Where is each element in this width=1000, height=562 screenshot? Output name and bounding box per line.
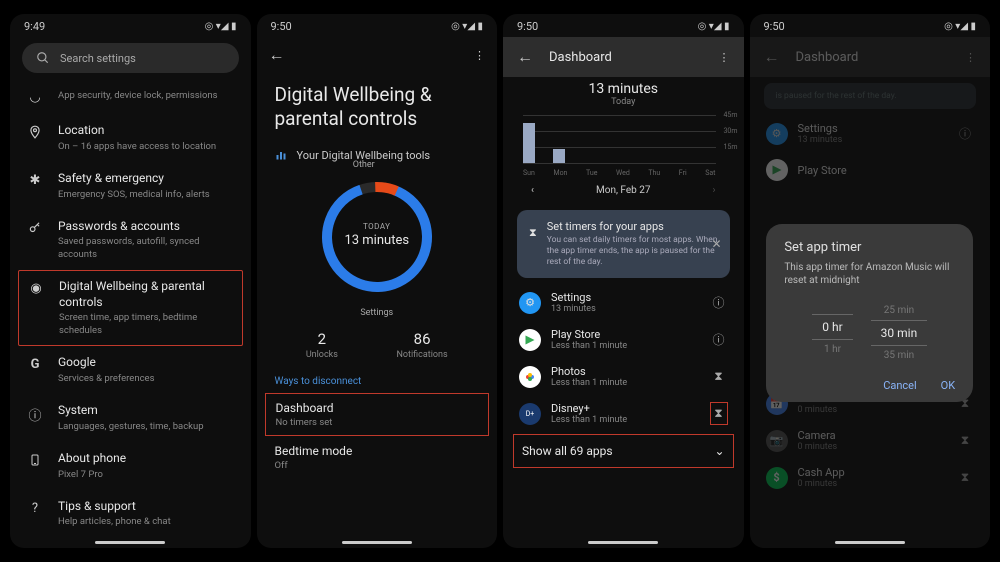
info-icon[interactable]: ⓘ xyxy=(710,294,728,311)
settings-item-safety[interactable]: ✱ Safety & emergency Emergency SOS, medi… xyxy=(10,162,251,210)
key-icon xyxy=(26,219,44,235)
app-row-settings[interactable]: ⚙ Settings 13 minutes ⓘ xyxy=(503,284,744,321)
status-bar: 9:49 ◎ ▾◢ ▮ xyxy=(10,14,251,37)
nav-pill[interactable] xyxy=(588,541,658,544)
ok-button[interactable]: OK xyxy=(941,379,955,392)
set-timer-dialog: Set app timer This app timer for Amazon … xyxy=(766,224,973,402)
google-icon: G xyxy=(26,355,44,372)
nav-pill[interactable] xyxy=(95,541,165,544)
prev-day-icon[interactable]: ‹ xyxy=(531,185,534,196)
status-time: 9:49 xyxy=(24,20,45,33)
overflow-icon[interactable]: ⋮ xyxy=(474,49,485,62)
minute-picker[interactable]: 25 min 30 min 35 min xyxy=(871,301,928,365)
disney-app-icon: D+ xyxy=(519,403,541,425)
topbar: ← ⋮ xyxy=(257,37,498,73)
status-time: 9:50 xyxy=(517,20,538,33)
chevron-down-icon: ⌄ xyxy=(714,444,724,458)
back-icon[interactable]: ← xyxy=(269,45,285,65)
dashboard-topbar: ← Dashboard ⋮ xyxy=(503,37,744,77)
settings-item-support[interactable]: ? Tips & support Help articles, phone & … xyxy=(10,490,251,538)
status-bar: 9:50 ◎ ▾◢ ▮ xyxy=(750,14,991,37)
asterisk-icon: ✱ xyxy=(26,171,44,188)
next-day-icon[interactable]: › xyxy=(712,185,715,196)
usage-donut[interactable]: Other TODAY 13 minutes xyxy=(257,166,498,304)
phone-icon xyxy=(26,451,44,467)
status-icons: ◎ ▾◢ ▮ xyxy=(451,21,483,32)
hourglass-icon[interactable]: ⧗ xyxy=(710,402,728,425)
cancel-button[interactable]: Cancel xyxy=(883,379,916,392)
hour-picker[interactable]: 0 hr 1 hr xyxy=(812,306,852,359)
settings-item-google[interactable]: G Google Services & preferences xyxy=(10,346,251,394)
stat-notifications[interactable]: 86 Notifications xyxy=(397,330,448,360)
date-nav: ‹ Mon, Feb 27 › xyxy=(503,177,744,204)
timer-tip-card: ⧗ Set timers for your apps You can set d… xyxy=(517,210,730,278)
time-picker[interactable]: 0 hr 1 hr 25 min 30 min 35 min xyxy=(784,301,955,365)
status-bar: 9:50 ◎ ▾◢ ▮ xyxy=(503,14,744,37)
photos-app-icon xyxy=(519,366,541,388)
status-icons: ◎ ▾◢ ▮ xyxy=(944,21,976,32)
screen-timer-dialog: 9:50 ◎ ▾◢ ▮ ← Dashboard ⋮ is paused for … xyxy=(750,14,991,548)
close-icon[interactable]: ✕ xyxy=(711,237,721,251)
bedtime-row[interactable]: Bedtime mode Off xyxy=(257,436,498,479)
playstore-app-icon xyxy=(519,329,541,351)
search-settings[interactable]: Search settings xyxy=(22,43,239,73)
overflow-icon: ⋮ xyxy=(965,51,976,64)
support-icon: ? xyxy=(26,499,44,516)
shield-icon: ◡ xyxy=(26,88,44,105)
settings-item-passwords[interactable]: Passwords & accounts Saved passwords, au… xyxy=(10,210,251,270)
show-all-apps[interactable]: Show all 69 apps ⌄ xyxy=(513,434,734,468)
status-icons: ◎ ▾◢ ▮ xyxy=(698,21,730,32)
status-bar: 9:50 ◎ ▾◢ ▮ xyxy=(257,14,498,37)
dashboard-topbar: ← Dashboard ⋮ xyxy=(750,37,991,77)
status-time: 9:50 xyxy=(764,20,785,33)
hourglass-icon[interactable]: ⧗ xyxy=(710,369,728,384)
app-row-photos[interactable]: Photos Less than 1 minute ⧗ xyxy=(503,358,744,395)
info-icon[interactable]: ⓘ xyxy=(710,331,728,348)
dashboard-row[interactable]: Dashboard No timers set xyxy=(265,393,490,436)
back-icon[interactable]: ← xyxy=(517,47,533,67)
weekly-chart[interactable]: 45m 30m 15m Sun Mon Tue Wed Thu Fri Sat xyxy=(503,109,744,177)
summary: 13 minutes Today xyxy=(503,77,744,109)
screen-settings: 9:49 ◎ ▾◢ ▮ Search settings ◡ App securi… xyxy=(10,14,251,548)
page-title: Digital Wellbeing & parental controls xyxy=(257,73,498,145)
dialog-title: Set app timer xyxy=(784,240,955,255)
app-row-disney[interactable]: D+ Disney+ Less than 1 minute ⧗ xyxy=(503,395,744,432)
info-icon: ⓘ xyxy=(26,403,44,424)
settings-app-icon: ⚙ xyxy=(519,292,541,314)
settings-item-system[interactable]: ⓘ System Languages, gestures, time, back… xyxy=(10,394,251,442)
settings-item-security[interactable]: ◡ App security, device lock, permissions xyxy=(10,79,251,114)
search-placeholder: Search settings xyxy=(60,52,136,65)
wellbeing-icon: ◉ xyxy=(27,279,45,296)
stats-row: 2 Unlocks 86 Notifications xyxy=(257,318,498,370)
dialog-overlay: Set app timer This app timer for Amazon … xyxy=(750,77,991,548)
screen-dashboard: 9:50 ◎ ▾◢ ▮ ← Dashboard ⋮ 13 minutes Tod… xyxy=(503,14,744,548)
search-icon xyxy=(36,51,50,65)
location-icon xyxy=(26,123,44,139)
settings-item-location[interactable]: Location On – 16 apps have access to loc… xyxy=(10,114,251,162)
back-icon: ← xyxy=(764,47,780,67)
tools-header: Your Digital Wellbeing tools xyxy=(257,145,498,166)
stat-unlocks[interactable]: 2 Unlocks xyxy=(306,330,338,360)
ways-to-disconnect: Ways to disconnect xyxy=(257,370,498,393)
settings-item-about[interactable]: About phone Pixel 7 Pro xyxy=(10,442,251,490)
status-icons: ◎ ▾◢ ▮ xyxy=(205,21,237,32)
nav-pill[interactable] xyxy=(342,541,412,544)
overflow-icon[interactable]: ⋮ xyxy=(719,51,730,64)
hourglass-icon: ⧗ xyxy=(529,220,537,240)
settings-item-wellbeing[interactable]: ◉ Digital Wellbeing & parental controls … xyxy=(18,270,243,346)
status-time: 9:50 xyxy=(271,20,292,33)
chart-icon xyxy=(275,149,287,161)
dialog-body: This app timer for Amazon Music will res… xyxy=(784,261,955,287)
screen-wellbeing: 9:50 ◎ ▾◢ ▮ ← ⋮ Digital Wellbeing & pare… xyxy=(257,14,498,548)
app-row-playstore[interactable]: Play Store Less than 1 minute ⓘ xyxy=(503,321,744,358)
